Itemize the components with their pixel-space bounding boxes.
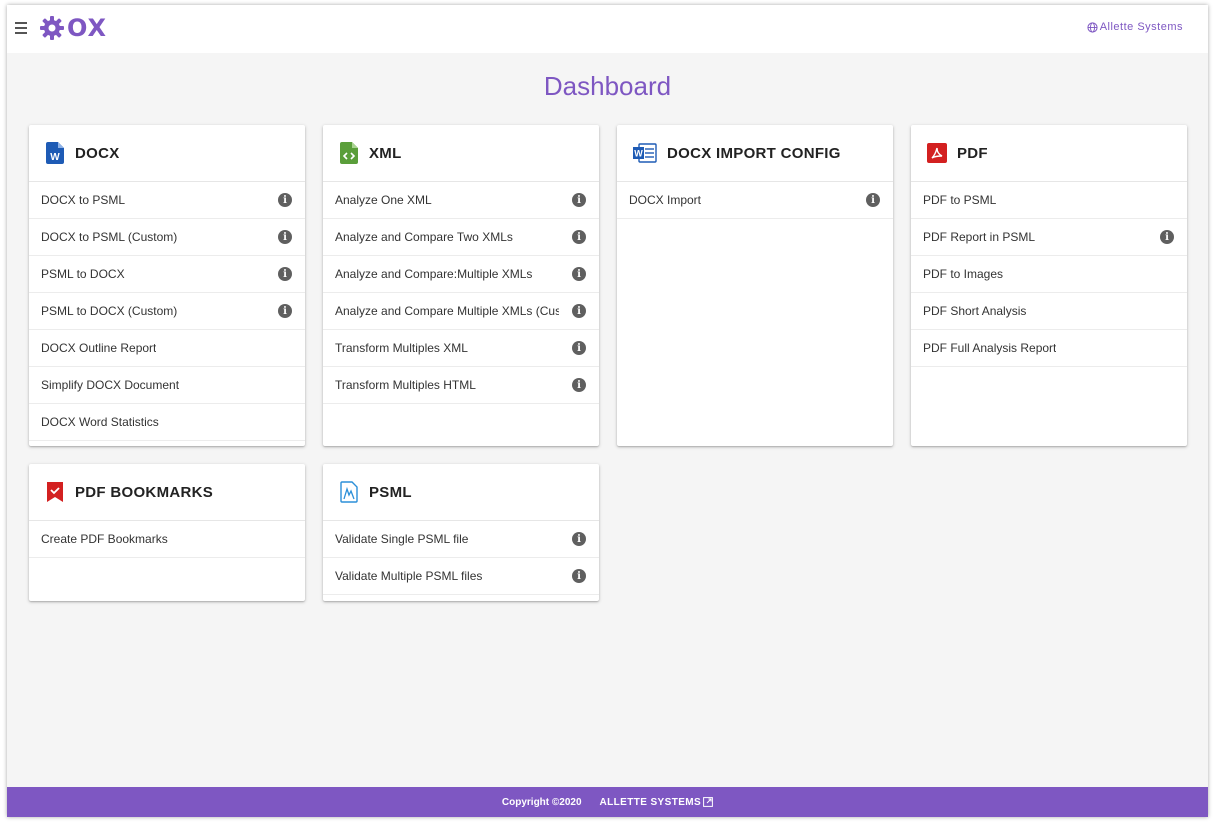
- card-header: W DOCX: [29, 125, 305, 182]
- card-xml: XML Analyze One XML i Analyze and Compare…: [323, 125, 599, 446]
- list-item[interactable]: Validate Single PSML file i: [323, 521, 599, 558]
- list-item[interactable]: Analyze One XML i: [323, 182, 599, 219]
- xml-code-icon: [339, 142, 359, 164]
- list-item[interactable]: Analyze and Compare Two XMLs i: [323, 219, 599, 256]
- item-label: PDF Report in PSML: [923, 230, 1036, 244]
- globe-icon: [1087, 21, 1098, 33]
- item-label: PDF Short Analysis: [923, 304, 1027, 318]
- card-title: PDF BOOKMARKS: [75, 483, 214, 501]
- info-icon[interactable]: i: [572, 193, 586, 207]
- external-link-icon: [703, 797, 713, 807]
- info-icon[interactable]: i: [278, 304, 292, 318]
- list-item[interactable]: Analyze and Compare Multiple XMLs (Custo…: [323, 293, 599, 330]
- item-label: Validate Single PSML file: [335, 532, 469, 546]
- list-item[interactable]: DOCX to PSML (Custom) i: [29, 219, 305, 256]
- info-icon[interactable]: i: [572, 532, 586, 546]
- list-item[interactable]: PDF Full Analysis Report: [911, 330, 1187, 367]
- info-icon[interactable]: i: [278, 267, 292, 281]
- hamburger-menu-icon[interactable]: [11, 18, 31, 38]
- card-docx-import-config: W DOCX IMPORT CONFIG DOCX Import i: [617, 125, 893, 446]
- app-frame: OX Allette Systems Dashboard W DOCX DOCX: [7, 5, 1208, 817]
- item-label: PSML to DOCX (Custom): [41, 304, 178, 318]
- footer-brand-link[interactable]: ALLETTE SYSTEMS: [600, 797, 714, 808]
- list-item[interactable]: PDF Report in PSML i: [911, 219, 1187, 256]
- card-title: DOCX: [75, 144, 120, 162]
- card-header: PDF BOOKMARKS: [29, 464, 305, 521]
- card-title: PDF: [957, 144, 988, 162]
- info-icon[interactable]: i: [572, 267, 586, 281]
- list-item[interactable]: PDF Short Analysis: [911, 293, 1187, 330]
- info-icon[interactable]: i: [278, 230, 292, 244]
- list-item[interactable]: Validate Multiple PSML files i: [323, 558, 599, 595]
- top-bar: OX Allette Systems: [7, 5, 1208, 53]
- svg-text:W: W: [50, 152, 60, 163]
- list-item[interactable]: PDF to PSML: [911, 182, 1187, 219]
- gear-logo-icon: [40, 16, 64, 40]
- item-label: Analyze and Compare Two XMLs: [335, 230, 513, 244]
- item-label: DOCX Word Statistics: [41, 415, 159, 429]
- card-header: XML: [323, 125, 599, 182]
- item-label: Transform Multiples HTML: [335, 378, 476, 392]
- word-import-icon: W: [633, 142, 657, 164]
- psml-icon: [339, 481, 359, 503]
- info-icon[interactable]: i: [572, 569, 586, 583]
- card-header: PSML: [323, 464, 599, 521]
- list-item[interactable]: PSML to DOCX (Custom) i: [29, 293, 305, 330]
- list-item[interactable]: Transform Multiples HTML i: [323, 367, 599, 404]
- item-label: PSML to DOCX: [41, 267, 125, 281]
- list-item[interactable]: DOCX Outline Report: [29, 330, 305, 367]
- item-label: Create PDF Bookmarks: [41, 532, 168, 546]
- item-label: Transform Multiples XML: [335, 341, 468, 355]
- item-label: Analyze and Compare Multiple XMLs (Custo…: [335, 304, 559, 318]
- list-item[interactable]: Simplify DOCX Document: [29, 367, 305, 404]
- company-link[interactable]: Allette Systems: [1087, 21, 1183, 33]
- logo-text: OX: [67, 14, 108, 42]
- page-title: Dashboard: [543, 71, 672, 101]
- item-label: DOCX Outline Report: [41, 341, 157, 355]
- item-label: DOCX Import: [629, 193, 702, 207]
- info-icon[interactable]: i: [278, 193, 292, 207]
- info-icon[interactable]: i: [572, 230, 586, 244]
- copyright-text: Copyright ©2020: [501, 796, 582, 808]
- company-name: Allette Systems: [1099, 21, 1183, 33]
- card-title: PSML: [369, 483, 412, 501]
- card-docx: W DOCX DOCX to PSML i DOCX to PSML (Custo…: [29, 125, 305, 446]
- item-label: Analyze One XML: [335, 193, 432, 207]
- item-label: PDF to Images: [923, 267, 1004, 281]
- item-label: DOCX to PSML: [41, 193, 126, 207]
- card-title: DOCX IMPORT CONFIG: [667, 144, 841, 162]
- list-item[interactable]: DOCX Word Statistics: [29, 404, 305, 441]
- info-icon[interactable]: i: [866, 193, 880, 207]
- footer-brand-label: ALLETTE SYSTEMS: [599, 796, 702, 808]
- card-header: PDF: [911, 125, 1187, 182]
- bookmark-icon: [45, 481, 65, 503]
- item-label: Validate Multiple PSML files: [335, 569, 483, 583]
- list-item[interactable]: PSML to DOCX i: [29, 256, 305, 293]
- list-item[interactable]: Analyze and Compare:Multiple XMLs i: [323, 256, 599, 293]
- info-icon[interactable]: i: [572, 341, 586, 355]
- app-logo[interactable]: OX: [39, 15, 107, 41]
- card-pdf-bookmarks: PDF BOOKMARKS Create PDF Bookmarks: [29, 464, 305, 601]
- list-item[interactable]: DOCX Import i: [617, 182, 893, 219]
- list-item[interactable]: Transform Multiples XML i: [323, 330, 599, 367]
- info-icon[interactable]: i: [572, 378, 586, 392]
- footer: Copyright ©2020 ALLETTE SYSTEMS: [7, 787, 1208, 817]
- item-label: Analyze and Compare:Multiple XMLs: [335, 267, 533, 281]
- list-item[interactable]: PDF to Images: [911, 256, 1187, 293]
- pdf-icon: [927, 142, 947, 164]
- item-label: PDF Full Analysis Report: [923, 341, 1057, 355]
- card-header: W DOCX IMPORT CONFIG: [617, 125, 893, 182]
- item-label: DOCX to PSML (Custom): [41, 230, 178, 244]
- item-label: PDF to PSML: [923, 193, 997, 207]
- item-label: Simplify DOCX Document: [41, 378, 180, 392]
- list-item[interactable]: Create PDF Bookmarks: [29, 521, 305, 558]
- word-doc-icon: W: [45, 142, 65, 164]
- info-icon[interactable]: i: [572, 304, 586, 318]
- list-item[interactable]: DOCX to PSML i: [29, 182, 305, 219]
- card-psml: PSML Validate Single PSML file i Validate…: [323, 464, 599, 601]
- card-pdf: PDF PDF to PSML PDF Report in PSML i PDF …: [911, 125, 1187, 446]
- card-title: XML: [369, 144, 402, 162]
- svg-text:W: W: [634, 149, 643, 159]
- info-icon[interactable]: i: [1160, 230, 1174, 244]
